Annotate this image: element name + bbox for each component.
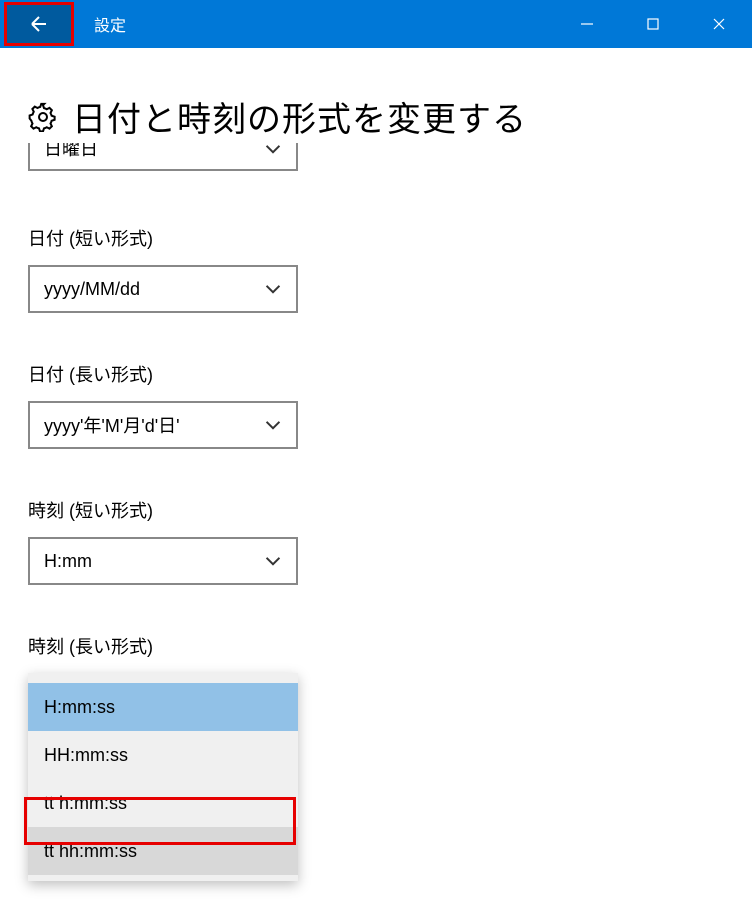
content-area: 日付と時刻の形式を変更する 日曜日 日付 (短い形式) yyyy/MM/dd 日… — [0, 92, 752, 881]
chevron-down-icon — [264, 143, 282, 158]
long-time-label: 時刻 (長い形式) — [28, 633, 724, 659]
chevron-down-icon — [264, 416, 282, 434]
short-date-label: 日付 (短い形式) — [28, 225, 724, 251]
page-header: 日付と時刻の形式を変更する — [28, 92, 724, 141]
maximize-icon — [646, 17, 660, 31]
chevron-down-icon — [264, 280, 282, 298]
back-button[interactable] — [4, 2, 74, 46]
short-time-value: H:mm — [44, 551, 264, 572]
first-day-combo[interactable]: 日曜日 — [28, 143, 298, 171]
long-time-option-2[interactable]: HH:mm:ss — [28, 731, 298, 779]
window-controls — [554, 0, 752, 48]
page-title: 日付と時刻の形式を変更する — [72, 92, 527, 141]
arrow-left-icon — [27, 12, 51, 36]
short-date-combo[interactable]: yyyy/MM/dd — [28, 265, 298, 313]
minimize-button[interactable] — [554, 0, 620, 48]
titlebar: 設定 — [0, 0, 752, 48]
maximize-button[interactable] — [620, 0, 686, 48]
long-date-label: 日付 (長い形式) — [28, 361, 724, 387]
minimize-icon — [580, 17, 594, 31]
long-time-option-1[interactable]: H:mm:ss — [28, 683, 298, 731]
long-time-option-3[interactable]: tt h:mm:ss — [28, 779, 298, 827]
first-day-group: 日曜日 — [28, 143, 724, 171]
long-time-dropdown-list: H:mm:ss HH:mm:ss tt h:mm:ss tt hh:mm:ss — [28, 673, 298, 881]
long-date-combo[interactable]: yyyy'年'M'月'd'日' — [28, 401, 298, 449]
gear-icon — [28, 102, 58, 132]
short-date-group: 日付 (短い形式) yyyy/MM/dd — [28, 225, 724, 313]
long-time-option-4[interactable]: tt hh:mm:ss — [28, 827, 298, 875]
chevron-down-icon — [264, 552, 282, 570]
short-time-group: 時刻 (短い形式) H:mm — [28, 497, 724, 585]
long-date-value: yyyy'年'M'月'd'日' — [44, 412, 264, 438]
long-date-group: 日付 (長い形式) yyyy'年'M'月'd'日' — [28, 361, 724, 449]
close-button[interactable] — [686, 0, 752, 48]
close-icon — [712, 17, 726, 31]
first-day-value: 日曜日 — [44, 143, 264, 161]
long-time-group: 時刻 (長い形式) H:mm:ss HH:mm:ss tt h:mm:ss tt… — [28, 633, 724, 881]
window-title: 設定 — [94, 12, 126, 36]
short-time-combo[interactable]: H:mm — [28, 537, 298, 585]
short-time-label: 時刻 (短い形式) — [28, 497, 724, 523]
short-date-value: yyyy/MM/dd — [44, 279, 264, 300]
